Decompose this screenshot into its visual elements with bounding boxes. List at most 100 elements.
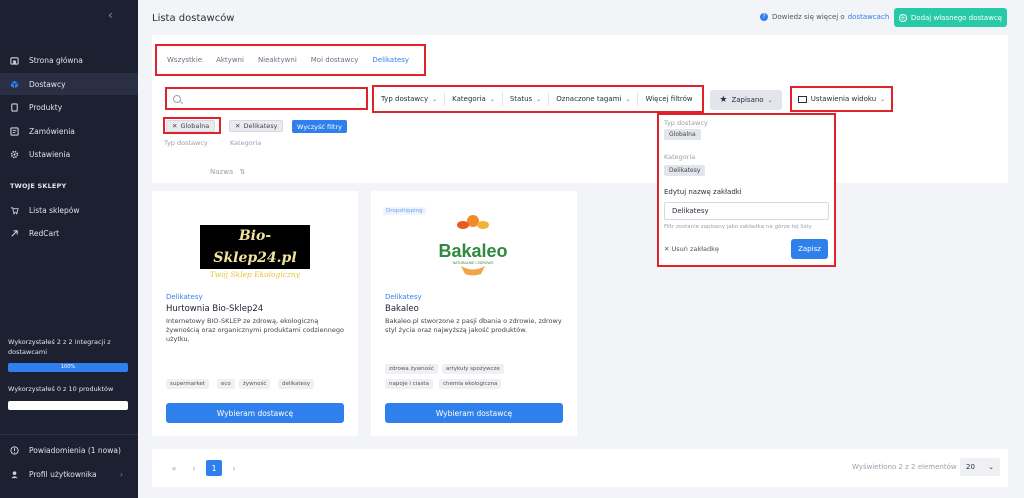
saved-button[interactable]: ★ Zapisano ⌄: [710, 90, 782, 110]
sidebar-item-label: Dostawcy: [29, 79, 66, 89]
card-tag: napoje i ciasta: [385, 379, 433, 389]
cart-icon: [10, 206, 19, 214]
next-page-button[interactable]: ›: [226, 460, 242, 476]
card-description: Bakaleo.pl stworzone z pasji dbania o zd…: [385, 317, 562, 334]
chip-label: Delikatesy: [243, 122, 278, 130]
add-supplier-button[interactable]: + Dodaj własnego dostawcę: [894, 8, 1007, 27]
usage-integrations-bar: 100%: [8, 363, 128, 372]
card-tag: zdrowa żywność: [385, 364, 438, 374]
sidebar-divider: [0, 434, 138, 435]
sidebar-item-notifications[interactable]: Powiadomienia (1 nowa): [0, 439, 138, 461]
search-icon: [173, 95, 181, 103]
chevron-down-icon: ⌄: [489, 95, 495, 103]
usage-products-text: Wykorzystałeś 0 z 10 produktów: [8, 385, 114, 393]
dropdown-supplier-type[interactable]: Typ dostawcy ⌄: [374, 92, 446, 106]
sidebar-item-label: Zamówienia: [29, 126, 75, 136]
search-input[interactable]: [185, 91, 360, 107]
sidebar-item-redcart[interactable]: RedCart: [0, 222, 138, 244]
sidebar-item-label: Produkty: [29, 102, 63, 112]
help-text: ? Dowiedz się więcej o dostawcach: [760, 13, 889, 21]
first-page-button[interactable]: «: [166, 460, 182, 476]
chevron-down-icon: ⌄: [625, 95, 631, 103]
prev-page-button[interactable]: ‹: [186, 460, 202, 476]
plus-icon: +: [898, 13, 907, 22]
sidebar-item-label: Ustawienia: [29, 149, 71, 159]
popup-type-chip: Globalna: [664, 129, 701, 140]
sort-icon: ⇅: [239, 168, 246, 176]
filter-chip-delikatesy[interactable]: ✕ Delikatesy: [229, 120, 284, 132]
bakaleo-logo-icon: Bakaleo NATURALNIE I ZDROWO: [438, 215, 508, 276]
chip-label: Globalna: [180, 122, 210, 130]
sidebar-item-label: Powiadomienia (1 nowa): [29, 445, 121, 455]
dropdown-label: Oznaczone tagami: [556, 95, 622, 103]
supplier-card: Dropshipping Bakaleo NATURALNIE I ZDROWO…: [371, 191, 577, 436]
tab-my-suppliers[interactable]: Moi dostawcy: [311, 56, 359, 64]
card-tag: chemia ekologiczna: [439, 379, 502, 389]
sidebar-item-profile[interactable]: Profil użytkownika ›: [0, 463, 138, 485]
save-button[interactable]: Zapisz: [791, 239, 828, 259]
delete-tab-button[interactable]: ✕ Usuń zakładkę: [664, 245, 719, 253]
dropdown-category[interactable]: Kategoria ⌄: [445, 92, 503, 106]
sidebar-item-label: RedCart: [29, 228, 60, 238]
view-settings-icon: [797, 95, 807, 103]
page-1-button[interactable]: 1: [206, 460, 222, 476]
add-supplier-label: Dodaj własnego dostawcę: [910, 13, 1003, 22]
card-tag: delikatesy: [278, 379, 315, 389]
dropdown-label: Więcej filtrów: [645, 95, 693, 103]
sidebar-item-shop-list[interactable]: Lista sklepów: [0, 199, 138, 221]
tab-delikatesy[interactable]: Delikatesy: [372, 56, 409, 64]
select-supplier-button[interactable]: Wybieram dostawcę: [385, 403, 563, 423]
page-title: Lista dostawców: [152, 13, 235, 24]
usage-integrations-fill: 100%: [8, 363, 128, 372]
logo-subtext: NATURALNIE I ZDROWO: [453, 261, 494, 265]
view-settings-label: Ustawienia widoku: [810, 95, 877, 103]
sidebar-item-orders[interactable]: Zamówienia: [0, 120, 138, 142]
tab-all[interactable]: Wszystkie: [167, 56, 202, 64]
select-supplier-button[interactable]: Wybieram dostawcę: [166, 403, 344, 423]
card-title: Bakaleo: [385, 304, 419, 314]
card-tag: supermarket: [166, 379, 209, 389]
chip-group-label: Kategoria: [230, 139, 262, 147]
tab-inactive[interactable]: Nieaktywni: [258, 56, 297, 64]
tab-active[interactable]: Aktywni: [216, 56, 244, 64]
per-page-value: 20: [966, 463, 975, 471]
sidebar-item-products[interactable]: Produkty: [0, 96, 138, 118]
popup-category-chip: Delikatesy: [664, 165, 706, 176]
saved-label: Zapisano: [731, 96, 764, 104]
dropdown-status[interactable]: Status ⌄: [503, 92, 550, 106]
popup-type-label: Typ dostawcy: [664, 119, 708, 127]
tab-name-input[interactable]: [664, 202, 829, 220]
collapse-sidebar-icon[interactable]: ‹: [108, 8, 113, 22]
card-tag: żywność: [239, 379, 271, 389]
home-icon: [10, 56, 19, 65]
sort-by-name[interactable]: Nazwa ⇅: [210, 168, 245, 176]
help-link[interactable]: dostawcach: [848, 13, 890, 21]
sidebar-item-home[interactable]: Strona główna: [0, 49, 138, 71]
search-box: [165, 87, 368, 110]
dropdown-tags[interactable]: Oznaczone tagami ⌄: [549, 92, 639, 106]
document-icon: [11, 102, 18, 112]
notification-icon: [10, 445, 19, 455]
sidebar-item-settings[interactable]: Ustawienia: [0, 143, 138, 165]
gear-icon: [10, 150, 19, 158]
chevron-down-icon: ⌄: [536, 95, 542, 103]
close-icon[interactable]: ✕: [235, 122, 240, 130]
card-title: Hurtownia Bio-Sklep24: [166, 304, 264, 314]
filter-chip-globalna[interactable]: ✕ Globalna: [166, 120, 216, 132]
dropshipping-badge: Dropshipping: [383, 207, 426, 215]
sidebar-item-suppliers[interactable]: Dostawcy: [0, 73, 138, 95]
popup-edit-label: Edytuj nazwę zakładki: [664, 188, 742, 196]
usage-products-bar: [8, 401, 128, 410]
redcart-icon: [11, 229, 18, 237]
logo-text: Bio-Sklep24.pl: [213, 228, 297, 266]
sidebar-item-label: Lista sklepów: [29, 205, 80, 215]
sidebar: ‹ Strona główna Dostawcy Produkty Zamówi…: [0, 0, 138, 498]
popup-hint: Filtr zostanie zapisany jako zakładka na…: [664, 224, 812, 230]
chip-group-label: Typ dostawcy: [164, 139, 208, 147]
view-settings-button[interactable]: Ustawienia widoku ⌄: [790, 86, 893, 112]
close-icon[interactable]: ✕: [172, 122, 177, 130]
per-page-select[interactable]: 20 ⌄: [960, 458, 1000, 476]
clear-filters-button[interactable]: Wyczyść filtry: [292, 120, 347, 133]
supplier-card: Bio-Sklep24.pl Twój Sklep Ekologiczny De…: [152, 191, 358, 436]
dropdown-more-filters[interactable]: Więcej filtrów: [638, 92, 699, 106]
